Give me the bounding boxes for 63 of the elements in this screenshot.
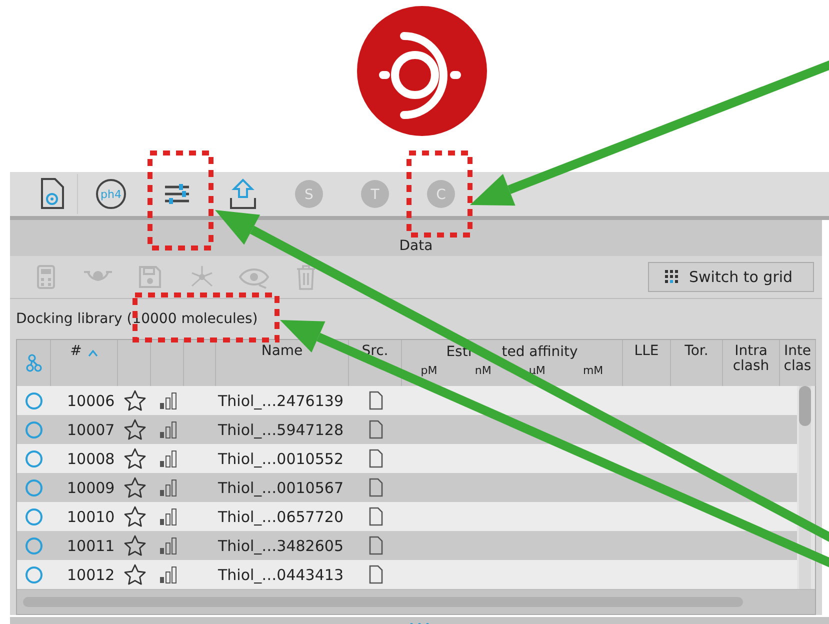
panel-title: Data bbox=[399, 238, 433, 254]
scrollbar-thumb[interactable] bbox=[799, 386, 811, 426]
table-cell-text: 10012 bbox=[66, 566, 116, 584]
table-cell-text: Thiol_…2476139 bbox=[217, 392, 344, 410]
grid-icon bbox=[665, 270, 679, 284]
column-header[interactable]: LLE bbox=[634, 344, 659, 386]
document-icon[interactable] bbox=[369, 449, 383, 468]
column-header[interactable]: Intra clash bbox=[723, 344, 779, 386]
star-icon[interactable] bbox=[124, 535, 146, 556]
table-cell-text: Thiol_…3482605 bbox=[217, 536, 344, 554]
document-icon[interactable] bbox=[369, 565, 383, 584]
unit-label: nM bbox=[474, 364, 492, 377]
table-cell-text: 10008 bbox=[66, 450, 116, 468]
switch-to-grid-button[interactable]: Switch to grid bbox=[648, 262, 814, 292]
unit-label: mM bbox=[582, 364, 604, 377]
table-cell-text: Thiol_…0657720 bbox=[217, 508, 344, 526]
column-header[interactable]: # bbox=[70, 344, 82, 386]
star-icon[interactable] bbox=[124, 390, 146, 411]
radio-circle-icon[interactable] bbox=[25, 566, 43, 584]
link-icon bbox=[26, 354, 42, 372]
vertical-scrollbar[interactable] bbox=[799, 386, 811, 589]
table-cell-text: 10006 bbox=[66, 392, 116, 410]
column-header[interactable]: Inte clas bbox=[780, 344, 815, 386]
radio-circle-icon[interactable] bbox=[25, 478, 43, 496]
signal-bars-icon bbox=[158, 392, 176, 410]
document-icon[interactable] bbox=[369, 420, 383, 439]
logo-icon bbox=[356, 5, 488, 137]
star-icon[interactable] bbox=[124, 506, 146, 527]
radio-circle-icon[interactable] bbox=[25, 508, 43, 526]
table-cell-text: Thiol_…0443413 bbox=[217, 566, 344, 584]
table-cell-text: Thiol_…5947128 bbox=[217, 420, 344, 438]
table-cell-text: 10010 bbox=[66, 508, 116, 526]
star-icon[interactable] bbox=[124, 419, 146, 440]
signal-bars-icon bbox=[158, 536, 176, 554]
unit-label: pM bbox=[420, 364, 438, 377]
table-cell-text: Thiol_…0010552 bbox=[217, 450, 344, 468]
signal-bars-icon bbox=[158, 450, 176, 468]
table-cell-text: 10011 bbox=[66, 536, 116, 554]
table-cell-text: 10009 bbox=[66, 478, 116, 496]
horizontal-scrollbar[interactable] bbox=[17, 589, 815, 614]
signal-bars-icon bbox=[158, 566, 176, 584]
star-icon[interactable] bbox=[124, 564, 146, 585]
radio-circle-icon[interactable] bbox=[25, 392, 43, 410]
document-icon[interactable] bbox=[369, 478, 383, 497]
signal-bars-icon bbox=[158, 478, 176, 496]
star-icon[interactable] bbox=[124, 477, 146, 498]
star-icon[interactable] bbox=[124, 448, 146, 469]
document-icon[interactable] bbox=[369, 536, 383, 555]
signal-bars-icon bbox=[158, 420, 176, 438]
column-header[interactable]: Name bbox=[261, 344, 303, 386]
upload-icon[interactable] bbox=[228, 178, 258, 210]
column-header[interactable]: ted affinity bbox=[502, 344, 578, 360]
document-icon[interactable] bbox=[38, 178, 64, 210]
column-header[interactable]: Tor. bbox=[684, 344, 708, 386]
signal-bars-icon bbox=[158, 508, 176, 526]
radio-circle-icon[interactable] bbox=[25, 536, 43, 554]
radio-circle-icon[interactable] bbox=[25, 420, 43, 438]
document-icon[interactable] bbox=[369, 507, 383, 526]
radio-circle-icon[interactable] bbox=[25, 450, 43, 468]
sliders-icon[interactable] bbox=[164, 183, 190, 205]
table-cell-text: Thiol_…0010567 bbox=[217, 478, 344, 496]
document-icon[interactable] bbox=[369, 391, 383, 410]
table-cell-text: 10007 bbox=[66, 420, 116, 438]
